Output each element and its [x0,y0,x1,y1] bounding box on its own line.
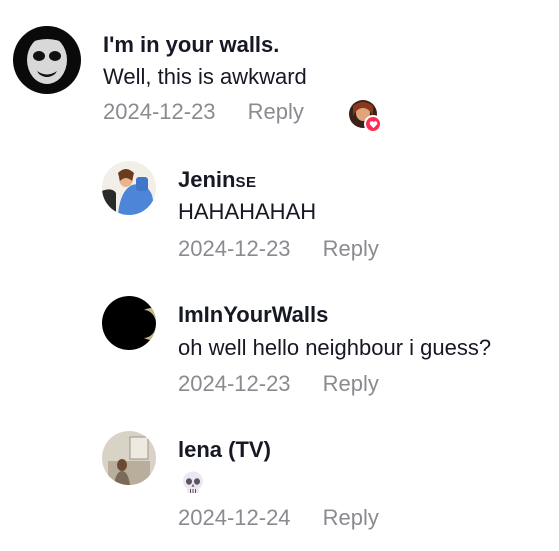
reply-button[interactable]: Reply [248,99,304,125]
user-photo-avatar-icon [102,161,156,215]
avatar[interactable] [102,296,156,350]
comment-meta: 2024-12-23 Reply [178,236,379,262]
comment-meta: 2024-12-24 Reply [178,505,379,531]
avatar[interactable] [13,26,81,94]
comment-username[interactable]: JeninSE [178,167,256,196]
comment-text: oh well hello neighbour i guess? [178,335,492,360]
reply-button[interactable]: Reply [323,236,379,262]
reply-button[interactable]: Reply [323,505,379,531]
skull-emoji [180,470,206,496]
comment-date: 2024-12-24 [178,505,291,530]
heart-icon [369,120,377,128]
avatar[interactable] [102,431,156,485]
comment-date: 2024-12-23 [178,236,291,261]
comment-date: 2024-12-23 [178,371,291,396]
heart-badge [364,115,382,133]
comment-meta: 2024-12-23 Reply [103,99,304,125]
comment-date: 2024-12-23 [103,99,216,124]
username-suffix: SE [235,174,257,191]
moon-avatar-icon [102,296,156,350]
username-main: Jenin [178,167,236,192]
comment-text: HAHAHAHAH [178,199,317,224]
comment-meta: 2024-12-23 Reply [178,371,379,397]
creator-liked-indicator [349,100,382,133]
comment-username[interactable]: lena (TV) [178,437,271,463]
comment-text: Well, this is awkward [103,64,307,89]
comment-username[interactable]: I'm in your walls. [103,32,279,58]
avatar[interactable] [102,161,156,215]
room-photo-avatar-icon [102,431,156,485]
creepy-face-avatar-icon [13,26,81,94]
comment-username[interactable]: ImInYourWalls [178,302,328,328]
reply-button[interactable]: Reply [323,371,379,397]
